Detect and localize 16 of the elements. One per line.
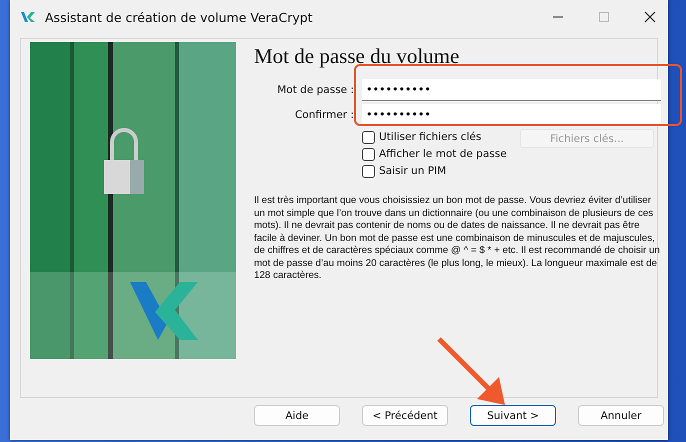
checkbox-option[interactable]: Saisir un PIM: [362, 163, 507, 179]
checkbox-option[interactable]: Afficher le mot de passe: [362, 146, 507, 162]
wizard-button[interactable]: < Précédent: [362, 405, 448, 426]
password-field[interactable]: ••••••••••: [362, 104, 661, 126]
wizard-button[interactable]: Suivant >: [470, 405, 556, 426]
close-icon[interactable]: [644, 11, 656, 23]
password-advice-text: Il est très important que vous choisissiez un bon mot de passe. Vous devriez éviter d’utiliser un mot simple que l’on trouve dans un dictionnaire (ou une combinaison de plusieurs de ces mots). Il ne devrait pas contenir de noms ou de dates de naissance. Il ne devrait pas être facile à deviner. Un bon mot de passe est une combinaison de minuscules et de majuscules, de chiffres et de caractères spéciaux comme @ ^ = $ * + etc. Il est recommandé de choisir un mot de passe d’au moins 20 caractères (le plus long, le mieux). La longueur maximale est de 128 caractères.: [254, 195, 661, 282]
wizard-button[interactable]: Annuler: [578, 405, 664, 426]
password-field[interactable]: ••••••••••: [362, 79, 661, 101]
checkbox-option[interactable]: Utiliser fichiers clés: [362, 129, 507, 145]
wizard-button[interactable]: Aide: [254, 405, 340, 426]
page-heading: Mot de passe du volume: [254, 44, 460, 69]
field-label: Confirmer :: [294, 109, 355, 121]
app-logo-icon: [20, 10, 36, 24]
window-title: Assistant de création de volume VeraCrypt: [45, 10, 313, 24]
field-label: Mot de passe :: [276, 84, 355, 96]
